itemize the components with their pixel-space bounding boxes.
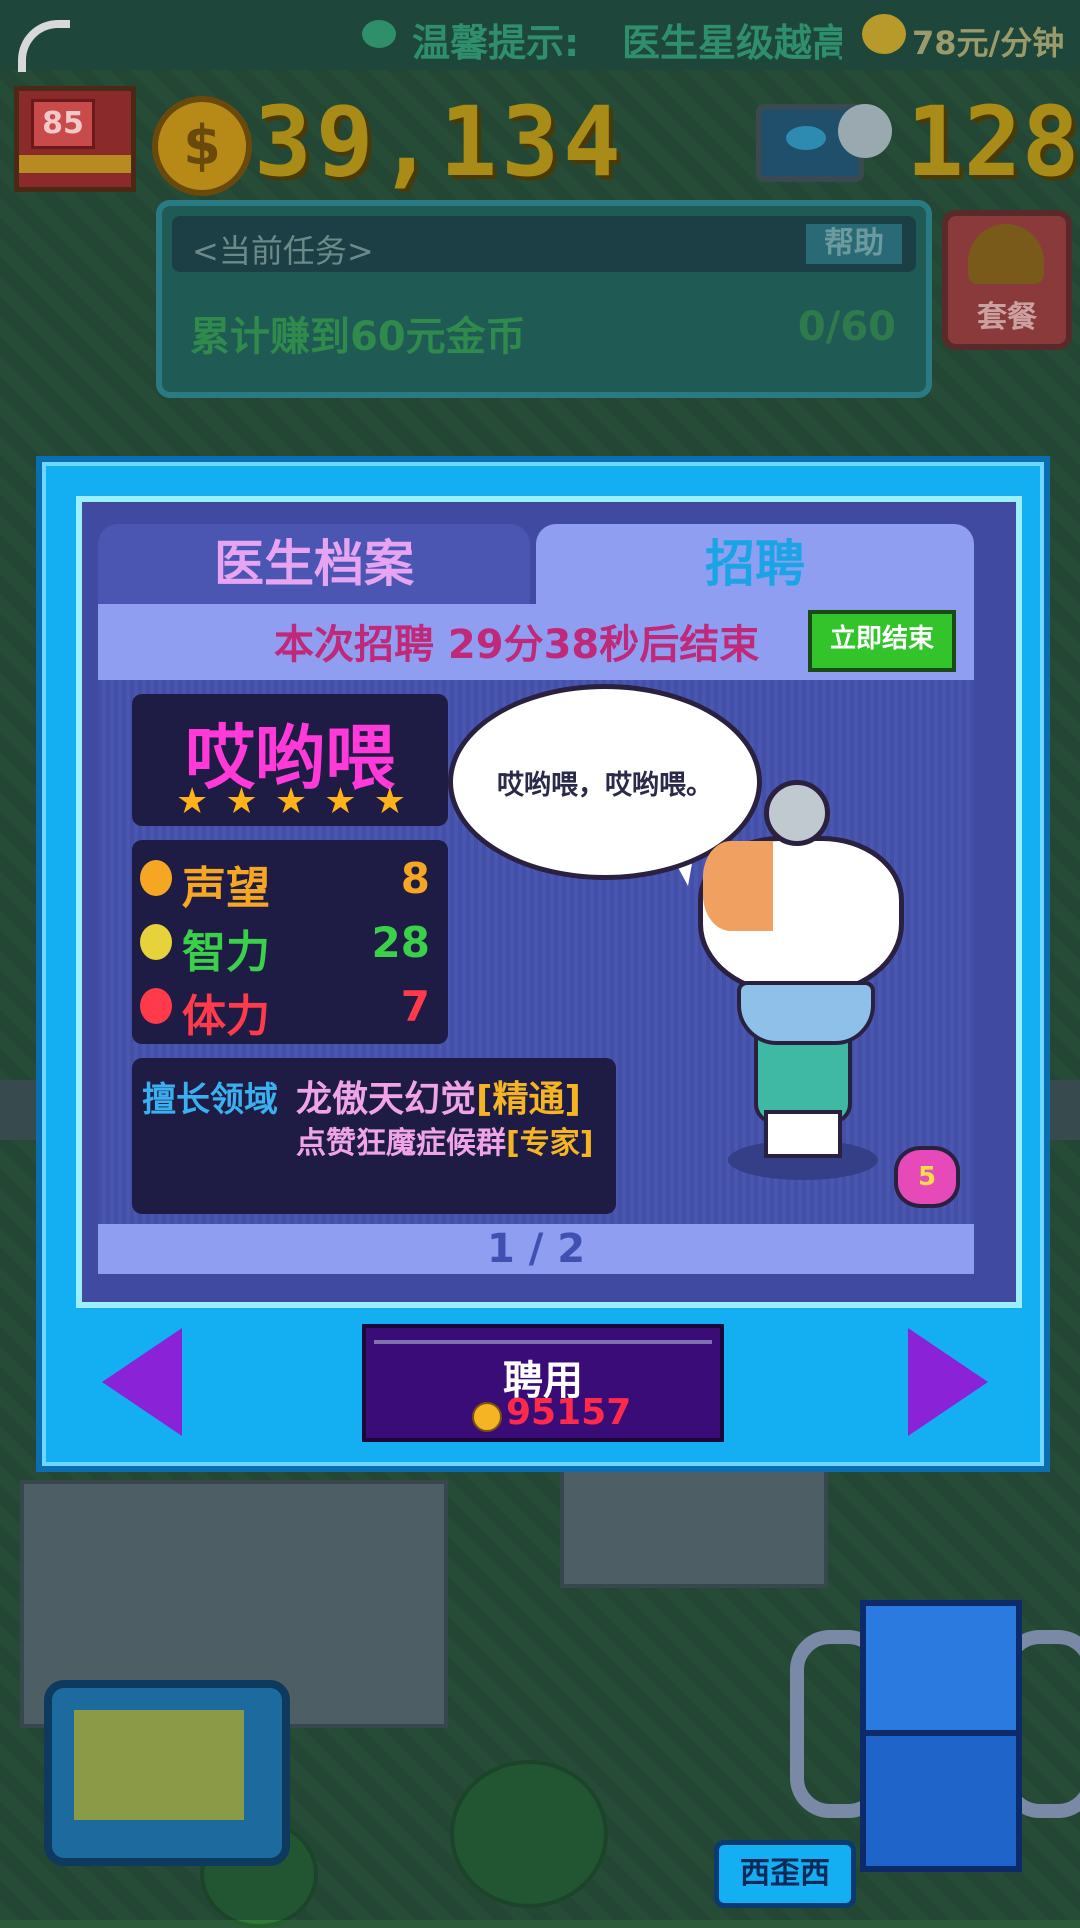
tab-recruit[interactable]: 招聘 bbox=[536, 524, 974, 604]
hire-button[interactable]: 聘用 95157 bbox=[362, 1324, 724, 1442]
star-icon: ★ bbox=[274, 781, 308, 822]
stat-label: 体力 bbox=[182, 991, 270, 1042]
coin-icon bbox=[472, 1402, 502, 1432]
robot-assistant-icon[interactable] bbox=[790, 1560, 1080, 1900]
specialty-box: 擅长领域 龙傲天幻觉[精通] 点赞狂魔症候群[专家] bbox=[132, 1058, 616, 1214]
medal-icon bbox=[140, 860, 172, 896]
coin-icon: $ bbox=[152, 96, 252, 196]
recruit-timer: 本次招聘 29分38秒后结束 bbox=[274, 622, 760, 668]
meal-label: 套餐 bbox=[977, 300, 1037, 335]
end-now-button[interactable]: 立即结束 bbox=[808, 610, 956, 672]
stat-label: 声望 bbox=[182, 863, 270, 914]
robot-torso bbox=[860, 1730, 1022, 1872]
star-icon: ★ bbox=[225, 781, 258, 822]
task-progress: 0/60 bbox=[797, 304, 896, 350]
doctor-card: 哎哟喂 ★ ★ ★ ★ ★ 声望 8 智力 28 体力 7 擅长领域 龙傲天幻觉… bbox=[98, 680, 974, 1224]
recruit-timer-bar: 本次招聘 29分38秒后结束 立即结束 bbox=[98, 604, 974, 680]
meal-button[interactable]: 套餐 bbox=[942, 210, 1072, 350]
top-bar: 温馨提示: 医生星级越高 78元/分钟 bbox=[0, 0, 1080, 72]
specialty-level: [专家] bbox=[506, 1126, 594, 1161]
flag-stripe bbox=[19, 155, 131, 173]
stat-value: 28 bbox=[371, 918, 430, 967]
next-arrow-icon[interactable] bbox=[908, 1328, 988, 1436]
doctor-level-badge: 5 bbox=[894, 1146, 960, 1208]
recruit-dialog: 医生档案 招聘 本次招聘 29分38秒后结束 立即结束 哎哟喂 ★ ★ ★ ★ … bbox=[36, 456, 1050, 1472]
tab-label: 医生档案 bbox=[214, 535, 414, 593]
robot-head bbox=[860, 1600, 1022, 1742]
hire-cost: 95157 bbox=[506, 1392, 632, 1433]
dialog-inner-frame: 医生档案 招聘 本次招聘 29分38秒后结束 立即结束 哎哟喂 ★ ★ ★ ★ … bbox=[76, 496, 1022, 1308]
specialty-name: 点赞狂魔症候群 bbox=[296, 1126, 506, 1161]
star-icon: ★ bbox=[373, 781, 406, 822]
specialty-item: 点赞狂魔症候群[专家] bbox=[296, 1118, 593, 1162]
income-rate: 78元/分钟 bbox=[912, 24, 1065, 62]
tip-text: 医生星级越高 bbox=[622, 21, 842, 65]
prev-arrow-icon[interactable] bbox=[102, 1328, 182, 1436]
tv-screen bbox=[74, 1710, 244, 1820]
character-legs bbox=[764, 1110, 842, 1158]
flower-icon bbox=[838, 104, 892, 158]
character-head bbox=[698, 836, 904, 1045]
stats-box: 声望 8 智力 28 体力 7 bbox=[132, 840, 448, 1044]
user-name-tag[interactable]: 西歪西 bbox=[714, 1840, 856, 1908]
level-number: 85 bbox=[31, 99, 95, 149]
stat-label: 智力 bbox=[182, 927, 270, 978]
task-header: <当前任务> 帮助 bbox=[172, 216, 916, 272]
coin-count: 39,134 bbox=[254, 86, 625, 198]
task-title: <当前任务> bbox=[192, 232, 374, 270]
page-indicator: 1 / 2 bbox=[486, 1226, 586, 1272]
hire-divider bbox=[374, 1340, 712, 1344]
back-icon[interactable] bbox=[18, 20, 70, 72]
piggy-bank-icon[interactable] bbox=[862, 14, 906, 54]
stat-value: 8 bbox=[400, 854, 430, 903]
gem-count: 128 bbox=[906, 86, 1080, 198]
specialty-name: 龙傲天幻觉 bbox=[296, 1079, 477, 1120]
specialty-level: [精通] bbox=[476, 1079, 581, 1120]
star-rating: ★ ★ ★ ★ ★ bbox=[176, 784, 406, 820]
tip-label: 温馨提示: bbox=[412, 21, 580, 65]
specialty-item: 龙傲天幻觉[精通] bbox=[296, 1070, 581, 1122]
help-button[interactable]: 帮助 bbox=[806, 224, 902, 264]
lightbulb-icon bbox=[140, 924, 172, 960]
current-task-panel: <当前任务> 帮助 累计赚到60元金币 0/60 bbox=[156, 200, 932, 398]
star-icon: ★ bbox=[176, 781, 209, 822]
level-flag[interactable]: 85 bbox=[14, 86, 136, 192]
head-mirror-icon bbox=[764, 780, 830, 846]
chat-icon bbox=[362, 20, 396, 48]
stat-value: 7 bbox=[400, 982, 430, 1031]
heart-icon bbox=[140, 988, 172, 1024]
stat-intelligence: 智力 28 bbox=[140, 912, 440, 978]
doctor-cat-character bbox=[698, 780, 904, 1180]
task-description: 累计赚到60元金币 bbox=[190, 314, 526, 360]
burger-icon bbox=[968, 224, 1044, 284]
tab-doctor-profile[interactable]: 医生档案 bbox=[98, 524, 530, 604]
specialty-label: 擅长领域 bbox=[142, 1080, 278, 1120]
stat-stamina: 体力 7 bbox=[140, 976, 440, 1042]
stat-reputation: 声望 8 bbox=[140, 848, 440, 914]
star-icon: ★ bbox=[324, 781, 357, 822]
tv-icon[interactable] bbox=[44, 1680, 290, 1866]
surgical-mask-icon bbox=[737, 981, 875, 1045]
page-indicator-bar: 1 / 2 bbox=[98, 1224, 974, 1274]
doctor-name-box: 哎哟喂 ★ ★ ★ ★ ★ bbox=[132, 694, 448, 826]
tab-label: 招聘 bbox=[705, 535, 805, 593]
